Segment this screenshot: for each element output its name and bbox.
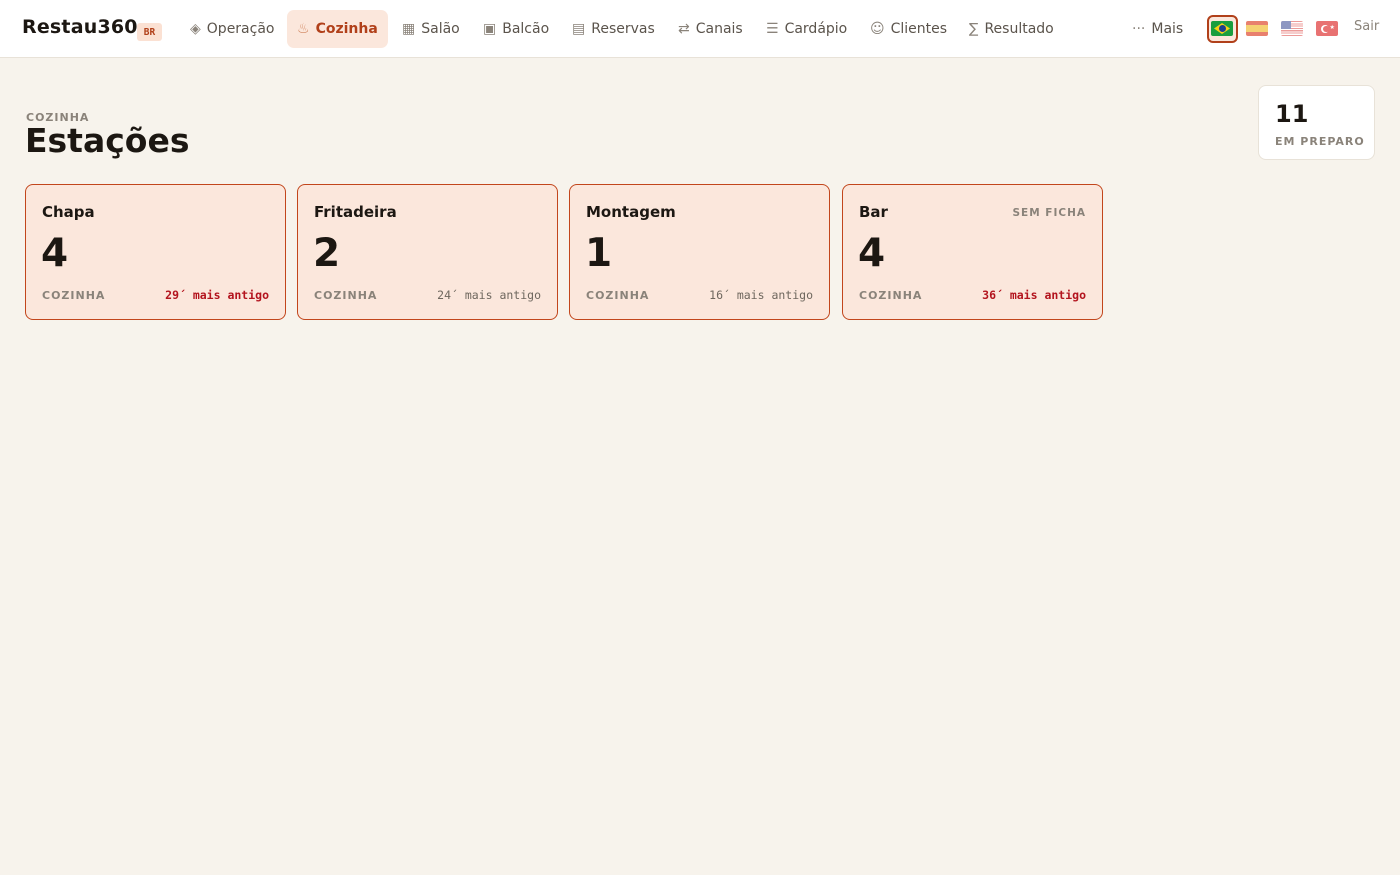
nav-item-salao[interactable]: ▦ Salão xyxy=(392,10,470,48)
station-name: Fritadeira xyxy=(314,203,397,221)
nav-item-resultado[interactable]: ∑ Resultado xyxy=(959,10,1064,48)
region-badge: BR xyxy=(137,23,162,41)
nav-label: Cozinha xyxy=(315,21,378,37)
hot-springs-icon: ♨ xyxy=(297,21,310,37)
more-dots-icon: ··· xyxy=(1132,21,1146,37)
station-oldest-age: 29´ mais antigo xyxy=(165,288,269,302)
brand-name[interactable]: Restau360 xyxy=(22,16,138,38)
nav-label: Reservas xyxy=(591,21,655,37)
station-area: COZINHA xyxy=(42,289,106,302)
nav-label: Salão xyxy=(421,21,460,37)
station-oldest-age: 16´ mais antigo xyxy=(709,288,813,302)
station-count: 2 xyxy=(313,231,341,276)
station-area: COZINHA xyxy=(859,289,923,302)
nav-item-canais[interactable]: ⇄ Canais xyxy=(668,10,753,48)
logout-link[interactable]: Sair xyxy=(1354,19,1379,34)
stat-value: 11 xyxy=(1275,100,1309,128)
br-flag-icon[interactable] xyxy=(1211,21,1233,36)
nav-item-balcao[interactable]: ▣ Balcão xyxy=(473,10,559,48)
tr-flag-icon[interactable]: ★ xyxy=(1316,21,1338,36)
page-title: Estações xyxy=(25,121,190,160)
nav-item-operacao[interactable]: ◈ Operação xyxy=(180,10,284,48)
us-flag-icon[interactable] xyxy=(1281,21,1303,36)
nav-item-cardapio[interactable]: ☰ Cardápio xyxy=(756,10,857,48)
station-flag: SEM FICHA xyxy=(1012,207,1086,219)
stat-label: EM PREPARO xyxy=(1275,135,1365,148)
station-name: Chapa xyxy=(42,203,95,221)
station-count: 4 xyxy=(858,231,886,276)
station-count: 1 xyxy=(585,231,613,276)
nav-item-reservas[interactable]: ▤ Reservas xyxy=(562,10,665,48)
top-bar: Restau360 BR ◈ Operação ♨ Cozinha ▦ Salã… xyxy=(0,0,1400,58)
in-preparation-stat: 11 EM PREPARO xyxy=(1258,85,1375,160)
station-card-bar[interactable]: Bar SEM FICHA 4 COZINHA 36´ mais antigo xyxy=(842,184,1103,320)
nav-item-cozinha[interactable]: ♨ Cozinha xyxy=(287,10,388,48)
nav-label: Canais xyxy=(695,21,743,37)
station-name: Montagem xyxy=(586,203,676,221)
nav-item-clientes[interactable]: ☺ Clientes xyxy=(860,10,957,48)
es-flag-icon[interactable] xyxy=(1246,21,1268,36)
station-name: Bar xyxy=(859,203,888,221)
grid-icon: ▦ xyxy=(402,21,416,37)
square-icon: ▣ xyxy=(483,21,497,37)
station-card-fritadeira[interactable]: Fritadeira 2 COZINHA 24´ mais antigo xyxy=(297,184,558,320)
station-oldest-age: 36´ mais antigo xyxy=(982,288,1086,302)
nav-label: Mais xyxy=(1151,21,1184,37)
nav-label: Resultado xyxy=(984,21,1054,37)
diamond-icon: ◈ xyxy=(190,21,201,37)
nav-label: Clientes xyxy=(890,21,948,37)
station-card-montagem[interactable]: Montagem 1 COZINHA 16´ mais antigo xyxy=(569,184,830,320)
list-box-icon: ▤ xyxy=(572,21,586,37)
station-card-chapa[interactable]: Chapa 4 COZINHA 29´ mais antigo xyxy=(25,184,286,320)
station-count: 4 xyxy=(41,231,69,276)
swap-arrows-icon: ⇄ xyxy=(678,21,690,37)
nav-label: Operação xyxy=(206,21,275,37)
nav-label: Balcão xyxy=(502,21,550,37)
nav-label: Cardápio xyxy=(784,21,848,37)
station-area: COZINHA xyxy=(314,289,378,302)
station-area: COZINHA xyxy=(586,289,650,302)
station-oldest-age: 24´ mais antigo xyxy=(437,288,541,302)
menu-lines-icon: ☰ xyxy=(766,21,779,37)
nav-item-mais[interactable]: ··· Mais xyxy=(1122,10,1193,48)
sigma-icon: ∑ xyxy=(969,21,979,37)
smiley-icon: ☺ xyxy=(870,21,885,37)
